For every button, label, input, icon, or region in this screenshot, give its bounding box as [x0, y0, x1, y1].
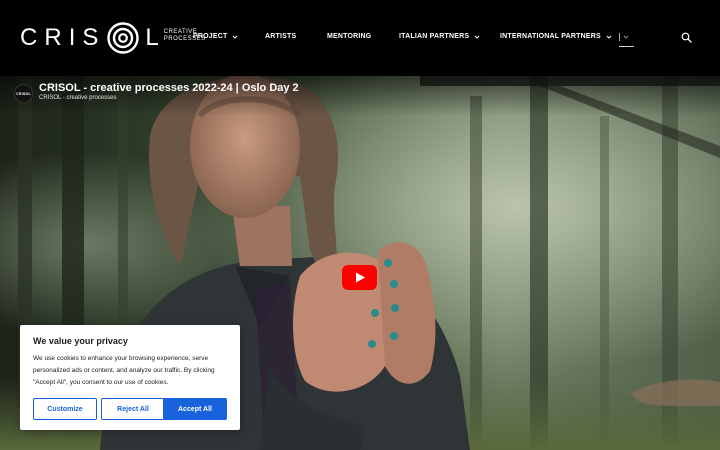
video-title[interactable]: CRISOL - creative processes 2022-24 | Os…	[39, 82, 299, 94]
nav-italian-partners-label: ITALIAN PARTNERS	[399, 33, 470, 40]
language-separator	[619, 33, 620, 41]
video-channel-name[interactable]: CRISOL - creative processes	[39, 95, 116, 101]
nav-project[interactable]: PROJECT	[193, 33, 238, 40]
chevron-down-icon	[623, 35, 629, 39]
chevron-down-icon	[474, 35, 480, 39]
chevron-down-icon	[606, 35, 612, 39]
nav-mentoring[interactable]: MENTORING	[327, 33, 371, 40]
nav-international-partners[interactable]: INTERNATIONAL PARTNERS	[500, 33, 612, 40]
nav-artists-label: ARTISTS	[265, 33, 297, 40]
search-icon[interactable]	[681, 32, 692, 43]
cookie-title: We value your privacy	[33, 336, 128, 346]
site-header: CRIS L CREATIVE PROCESSES PROJECT ARTIST…	[0, 0, 720, 76]
nav-italian-partners[interactable]: ITALIAN PARTNERS	[399, 33, 480, 40]
page: CRIS L CREATIVE PROCESSES PROJECT ARTIST…	[0, 0, 720, 450]
language-switcher[interactable]	[619, 31, 634, 47]
logo-concentric-circles-icon	[107, 22, 140, 54]
youtube-play-icon[interactable]	[342, 265, 377, 290]
channel-avatar-text: CRISOL	[16, 91, 31, 96]
logo-wordmark: CRIS L	[20, 22, 166, 54]
reject-all-button[interactable]: Reject All	[101, 398, 165, 420]
accept-all-button[interactable]: Accept All	[163, 398, 227, 420]
nav-mentoring-label: MENTORING	[327, 33, 372, 40]
site-logo[interactable]: CRIS L CREATIVE PROCESSES	[20, 22, 206, 54]
nav-international-partners-label: INTERNATIONAL PARTNERS	[500, 33, 601, 40]
cookie-description: We use cookies to enhance your browsing …	[33, 355, 215, 386]
nav-artists[interactable]: ARTISTS	[265, 33, 296, 40]
channel-avatar[interactable]: CRISOL	[14, 84, 33, 103]
nav-project-label: PROJECT	[193, 33, 228, 40]
cookie-consent-banner: We value your privacy We use cookies to …	[20, 325, 240, 430]
chevron-down-icon	[233, 35, 238, 39]
customize-button[interactable]: Customize	[33, 398, 97, 420]
